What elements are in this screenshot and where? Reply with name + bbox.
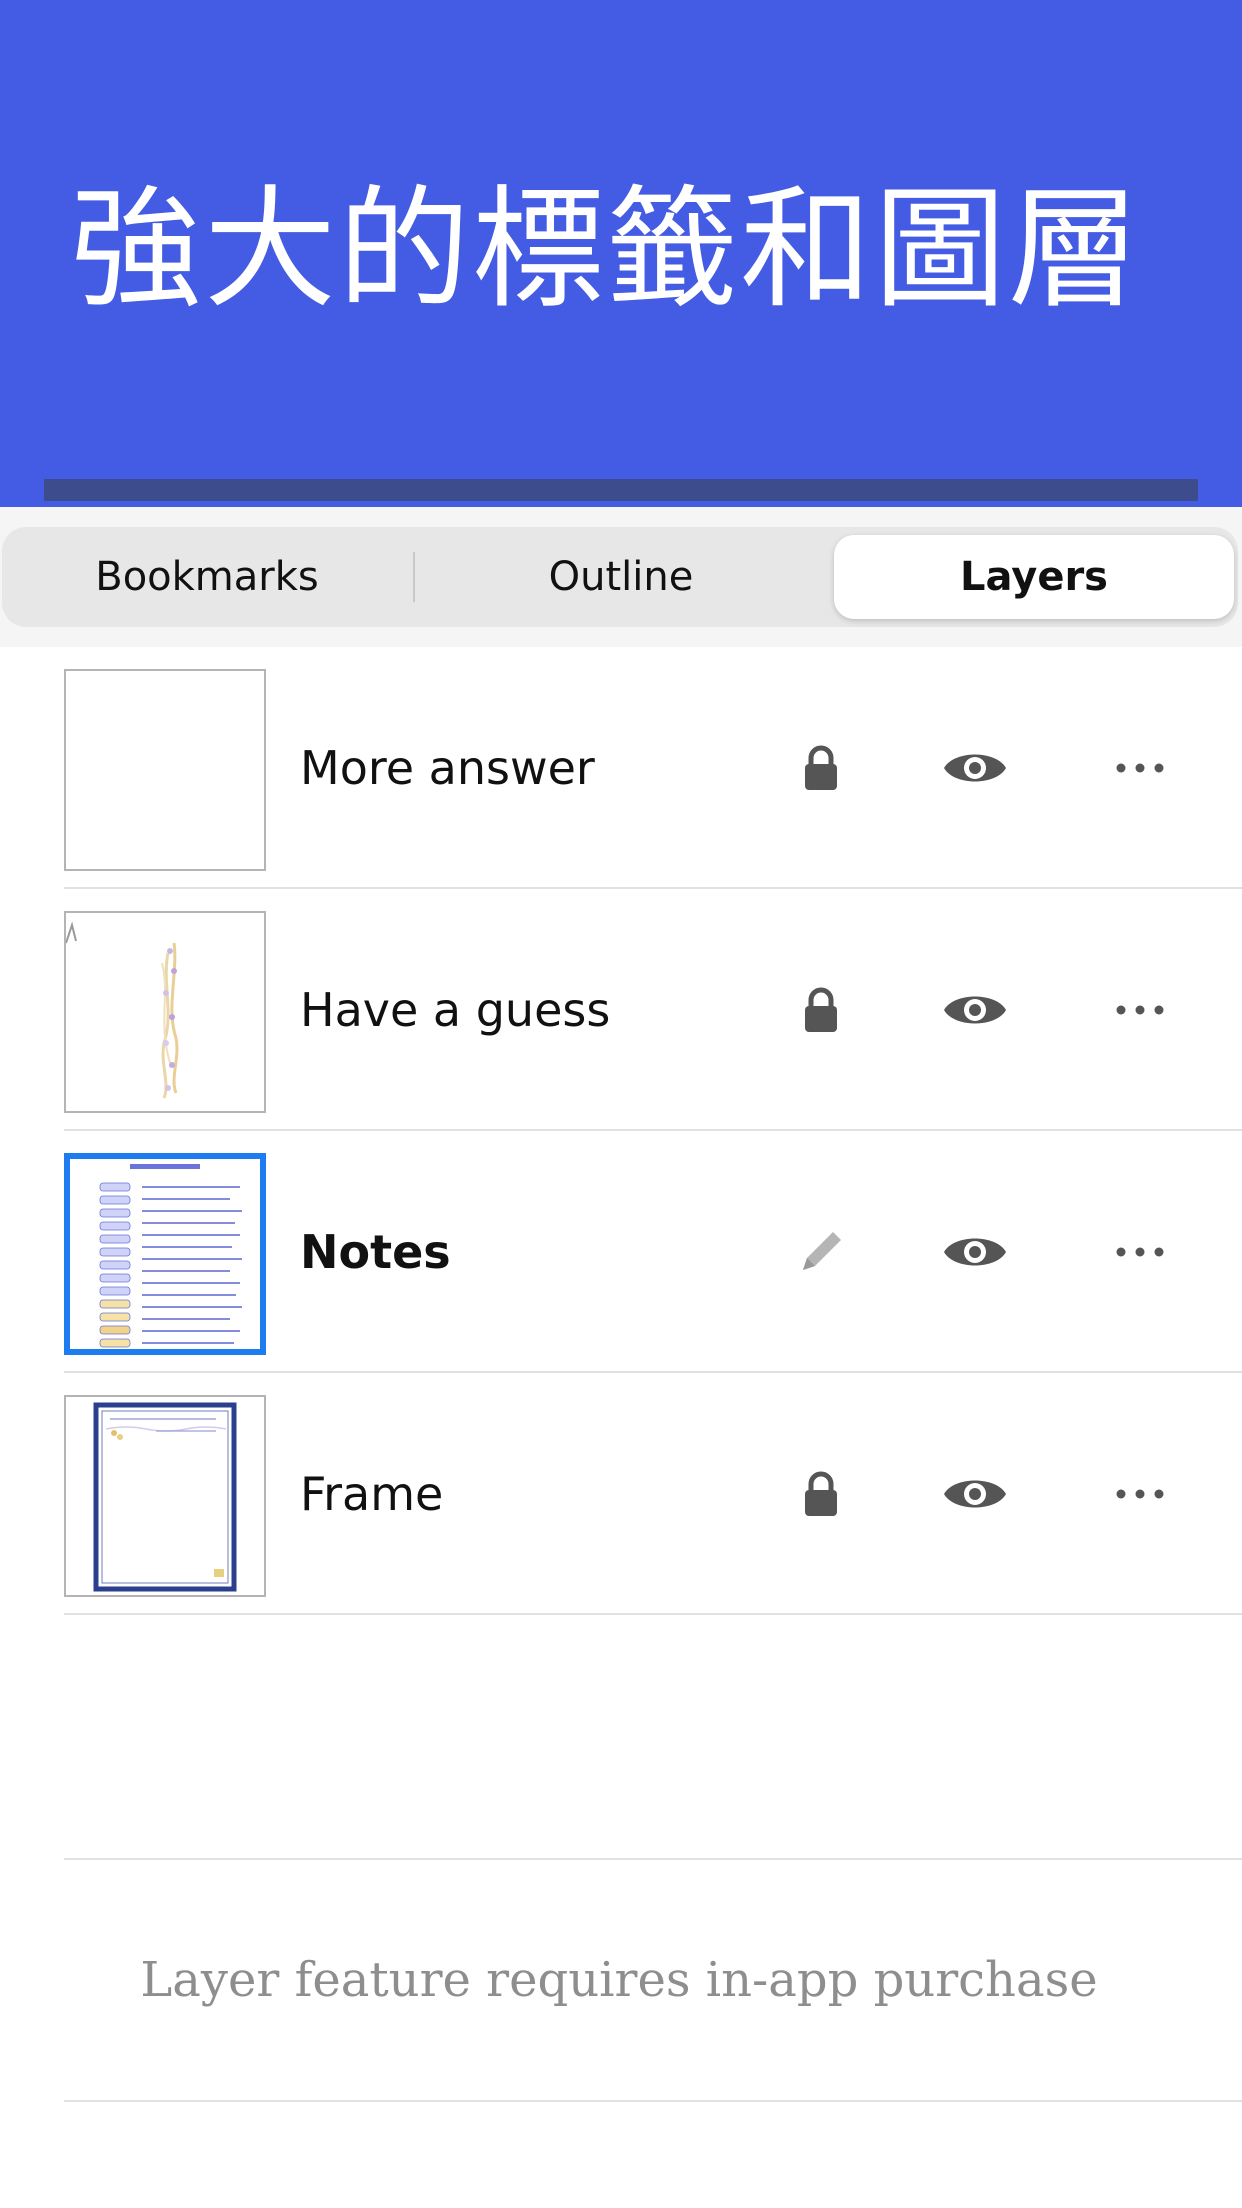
layer-name: Have a guess [300,983,611,1037]
tab-layers[interactable]: Layers [834,535,1234,619]
blank-page-thumbnail [66,671,264,869]
purchase-note: Layer feature requires in-app purchase [64,1858,1242,2102]
layer-thumbnail [64,911,266,1113]
layer-row-more-answer[interactable]: More answer [0,647,1242,889]
segment-area: Bookmarks Outline Layers [0,507,1242,647]
more-options-button[interactable] [1100,1373,1180,1615]
more-options-button[interactable] [1100,889,1180,1131]
lock-icon [805,745,837,790]
visibility-button[interactable] [925,1131,1025,1373]
eye-icon [944,754,1006,782]
promo-banner: 強大的標籤和圖層 [0,0,1242,507]
segmented-control: Bookmarks Outline Layers [2,527,1238,627]
pencil-icon [803,1232,841,1270]
visibility-button[interactable] [925,647,1025,889]
eye-icon [944,1480,1006,1508]
layer-thumbnail-selected [64,1153,266,1355]
layer-thumbnail [64,669,266,871]
segment-divider [413,552,415,602]
purchase-note-text: Layer feature requires in-app purchase [140,1952,1098,2008]
layer-name: Notes [300,1225,451,1279]
frame-page-thumbnail [93,1402,237,1592]
ellipsis-icon [1116,1005,1164,1015]
banner-divider-bar [44,479,1198,501]
banner-title: 強大的標籤和圖層 [70,173,1142,327]
layer-thumbnail [64,1395,266,1597]
more-options-button[interactable] [1100,1131,1180,1373]
visibility-button[interactable] [925,889,1025,1131]
layer-name: More answer [300,741,595,795]
eye-icon [944,1238,1006,1266]
lock-button[interactable] [780,889,862,1131]
lock-button[interactable] [780,647,862,889]
ellipsis-icon [1116,1489,1164,1499]
layer-row-have-a-guess[interactable]: Have a guess [0,889,1242,1131]
eye-icon [944,996,1006,1024]
layer-row-frame[interactable]: Frame [0,1373,1242,1615]
ellipsis-icon [1116,763,1164,773]
visibility-button[interactable] [925,1373,1025,1615]
lock-icon [805,987,837,1032]
more-options-button[interactable] [1100,647,1180,889]
lock-icon [805,1471,837,1516]
tab-outline[interactable]: Outline [416,527,826,627]
ellipsis-icon [1116,1247,1164,1257]
layer-name: Frame [300,1467,444,1521]
edit-mode-button[interactable] [780,1131,862,1373]
row-separator [64,1613,1242,1615]
tab-bookmarks[interactable]: Bookmarks [2,527,412,627]
layer-row-notes[interactable]: Notes [0,1131,1242,1373]
decorations-thumbnail [66,921,179,1099]
notes-page-thumbnail [70,1159,260,1349]
lock-button[interactable] [780,1373,862,1615]
